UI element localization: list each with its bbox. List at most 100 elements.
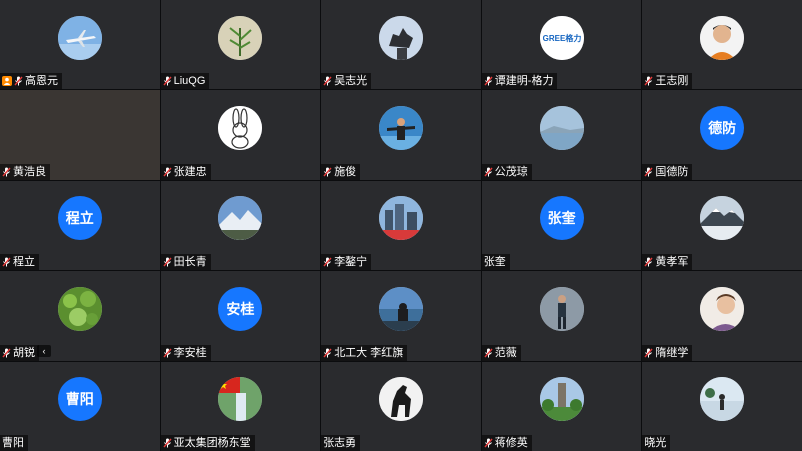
participant-tile[interactable]: 李鏊宁: [321, 180, 481, 271]
name-tag: 亚太集团杨东堂: [160, 435, 255, 451]
mic-muted-icon: [323, 257, 332, 267]
name-tag: 曹阳: [0, 435, 28, 451]
participant-tile[interactable]: 安桂 李安桂: [160, 271, 321, 361]
participant-tile[interactable]: 施俊: [321, 90, 481, 180]
name-tag: 张志勇: [321, 435, 361, 451]
participant-tile[interactable]: 王志刚: [642, 0, 802, 90]
name-tag: 范薇: [481, 344, 521, 361]
horse-photo-avatar: [378, 377, 423, 422]
participant-tile[interactable]: 黄浩良: [0, 90, 160, 180]
participant-name: 张志勇: [323, 437, 357, 449]
name-tag: 吴志光: [321, 73, 372, 90]
participant-name: 晓光: [644, 437, 667, 449]
participant-name: 黄浩良: [13, 165, 46, 178]
mic-muted-icon: [2, 257, 11, 267]
collapse-chevron-icon[interactable]: ‹: [37, 344, 51, 357]
mic-muted-icon: [484, 348, 493, 358]
name-tag: 田长青: [160, 254, 211, 271]
participant-name: 蒋修英: [494, 437, 528, 449]
participant-tile[interactable]: 程立 程立: [0, 180, 160, 271]
mic-muted-icon: [644, 76, 653, 86]
mic-muted-icon: [2, 167, 11, 177]
name-tag: 李安桂: [160, 344, 211, 361]
participant-tile[interactable]: 晓光: [642, 361, 802, 451]
participant-tile[interactable]: 黄孝军: [642, 180, 802, 271]
airplane-photo-avatar: [57, 15, 102, 60]
mic-muted-icon: [323, 167, 332, 177]
participant-name: 张建忠: [173, 165, 207, 178]
mic-muted-icon: [484, 76, 493, 86]
name-tag: 程立: [0, 254, 39, 271]
statue-photo-avatar: [378, 15, 423, 60]
participant-name: 李鏊宁: [334, 256, 368, 269]
participant-name: 李安桂: [173, 346, 207, 359]
mic-muted-icon: [2, 348, 11, 358]
person-photo-avatar: [378, 105, 423, 150]
participant-name: 曹阳: [2, 437, 24, 449]
name-tag: 北工大 李红旗: [321, 344, 408, 361]
participant-tile[interactable]: 曹阳 曹阳: [0, 361, 160, 451]
mic-muted-icon: [323, 348, 332, 358]
mic-muted-icon: [163, 167, 172, 177]
name-tag: 国德防: [642, 163, 693, 180]
participant-tile[interactable]: 范薇: [481, 271, 642, 361]
participant-tile[interactable]: 北工大 李红旗: [321, 271, 481, 361]
name-tag: 晓光: [642, 435, 671, 451]
participant-name: 田长青: [173, 256, 207, 269]
beach-photo-avatar: [700, 377, 745, 422]
waterfall-flag-photo-avatar: [218, 377, 263, 422]
coast-photo-avatar: [378, 286, 423, 331]
woman-photo-avatar: [539, 286, 584, 331]
participant-tile[interactable]: 胡锐 ‹: [0, 271, 160, 361]
participant-name: 胡锐: [13, 346, 35, 359]
participant-tile[interactable]: 张建忠: [160, 90, 321, 180]
participant-tile[interactable]: 德防 国德防: [642, 90, 802, 180]
mic-muted-icon: [484, 167, 493, 177]
mic-muted-icon: [644, 348, 653, 358]
participant-tile[interactable]: 吴志光: [321, 0, 481, 90]
participant-tile[interactable]: GREE格力谭建明-格力: [481, 0, 642, 90]
participant-tile[interactable]: 张奎 张奎: [481, 180, 642, 271]
participant-name: 黄孝军: [655, 256, 689, 269]
participant-name: LiuQG: [173, 75, 206, 88]
name-tag: 施俊: [321, 163, 361, 180]
mic-muted-icon: [484, 438, 493, 448]
svg-text:GREE格力: GREE格力: [542, 33, 581, 43]
name-tag: 黄孝军: [642, 254, 693, 271]
participant-name: 北工大 李红旗: [334, 346, 404, 359]
participant-tile[interactable]: 田长青: [160, 180, 321, 271]
participant-tile[interactable]: 亚太集团杨东堂: [160, 361, 321, 451]
lake-photo-avatar: [539, 105, 584, 150]
mountain-photo-avatar: [218, 196, 263, 241]
leaves-photo-avatar: [57, 286, 102, 331]
participant-name: 谭建明-格力: [494, 75, 554, 88]
name-tag: 胡锐: [0, 344, 39, 361]
avatar-initials: 曹阳: [57, 377, 102, 422]
city-photo-avatar: [378, 196, 423, 241]
name-tag: 李鏊宁: [321, 254, 372, 271]
name-tag: 黄浩良: [0, 163, 50, 180]
participant-tile[interactable]: 公茂琼: [481, 90, 642, 180]
tower-photo-avatar: [539, 377, 584, 422]
participant-name: 王志刚: [655, 75, 689, 88]
participant-tile[interactable]: 蒋修英: [481, 361, 642, 451]
boy-photo-avatar: [700, 286, 745, 331]
mic-muted-icon: [163, 257, 172, 267]
plant-photo-avatar: [218, 15, 263, 60]
name-tag: 隋继学: [642, 344, 693, 361]
rabbit-drawing-avatar: [218, 105, 263, 150]
snow-mountain-photo-avatar: [700, 196, 745, 241]
participant-name: 高恩元: [25, 75, 58, 88]
avatar-initials: 德防: [700, 105, 745, 150]
participant-name: 程立: [13, 256, 35, 269]
participant-name: 张奎: [483, 256, 506, 269]
name-tag: 谭建明-格力: [481, 73, 558, 90]
participant-tile[interactable]: 高恩元: [0, 0, 160, 90]
gree-logo-avatar: GREE格力: [539, 15, 584, 60]
participant-tile[interactable]: LiuQG: [160, 0, 321, 90]
participant-name: 范薇: [494, 346, 517, 359]
participant-tile[interactable]: 隋继学: [642, 271, 802, 361]
participant-name: 吴志光: [334, 75, 368, 88]
participant-tile[interactable]: 张志勇: [321, 361, 481, 451]
name-tag: 张奎: [481, 254, 510, 271]
